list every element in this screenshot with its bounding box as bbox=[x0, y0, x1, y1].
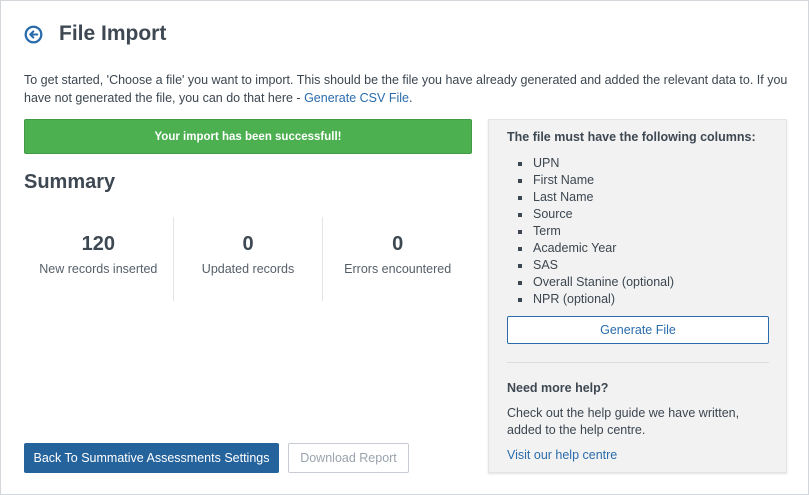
stat-new-records: 120 New records inserted bbox=[24, 217, 174, 301]
download-report-button[interactable]: Download Report bbox=[288, 443, 409, 473]
list-item: Term bbox=[517, 223, 674, 240]
success-message: Your import has been successfull! bbox=[154, 130, 342, 143]
stat-value: 0 bbox=[392, 232, 404, 255]
list-item: Last Name bbox=[517, 189, 674, 206]
list-item: NPR (optional) bbox=[517, 291, 674, 308]
arrow-left-circle-icon[interactable] bbox=[24, 25, 43, 44]
intro-suffix: . bbox=[408, 90, 413, 105]
help-title: Need more help? bbox=[507, 381, 609, 395]
summary-title: Summary bbox=[24, 171, 116, 193]
stat-errors: 0 Errors encountered bbox=[323, 217, 472, 301]
stat-updated-records: 0 Updated records bbox=[174, 217, 324, 301]
columns-heading: The file must have the following columns… bbox=[507, 130, 756, 144]
file-requirements-panel: The file must have the following columns… bbox=[488, 119, 787, 473]
stat-value: 120 bbox=[81, 232, 116, 255]
list-item: Source bbox=[517, 206, 674, 223]
back-to-settings-button[interactable]: Back To Summative Assessments Settings bbox=[24, 443, 279, 473]
stat-label: Updated records bbox=[201, 261, 295, 276]
success-banner: Your import has been successfull! bbox=[24, 119, 472, 154]
page-title: File Import bbox=[59, 22, 167, 45]
file-import-page: File Import To get started, 'Choose a fi… bbox=[0, 0, 809, 495]
stat-label: New records inserted bbox=[39, 261, 158, 276]
list-item: Overall Stanine (optional) bbox=[517, 274, 674, 291]
help-centre-link[interactable]: Visit our help centre bbox=[507, 448, 617, 462]
list-item: SAS bbox=[517, 257, 674, 274]
divider bbox=[507, 362, 769, 363]
intro-text: To get started, 'Choose a file' you want… bbox=[24, 72, 789, 107]
stat-value: 0 bbox=[242, 232, 254, 255]
list-item: UPN bbox=[517, 155, 674, 172]
generate-csv-link[interactable]: Generate CSV File bbox=[304, 91, 409, 105]
generate-file-button[interactable]: Generate File bbox=[507, 316, 769, 344]
stat-label: Errors encountered bbox=[344, 261, 452, 276]
list-item: Academic Year bbox=[517, 240, 674, 257]
list-item: First Name bbox=[517, 172, 674, 189]
help-text: Check out the help guide we have written… bbox=[507, 406, 740, 437]
summary-stats: 120 New records inserted 0 Updated recor… bbox=[24, 217, 472, 301]
required-columns-list: UPN First Name Last Name Source Term Aca… bbox=[517, 155, 674, 308]
